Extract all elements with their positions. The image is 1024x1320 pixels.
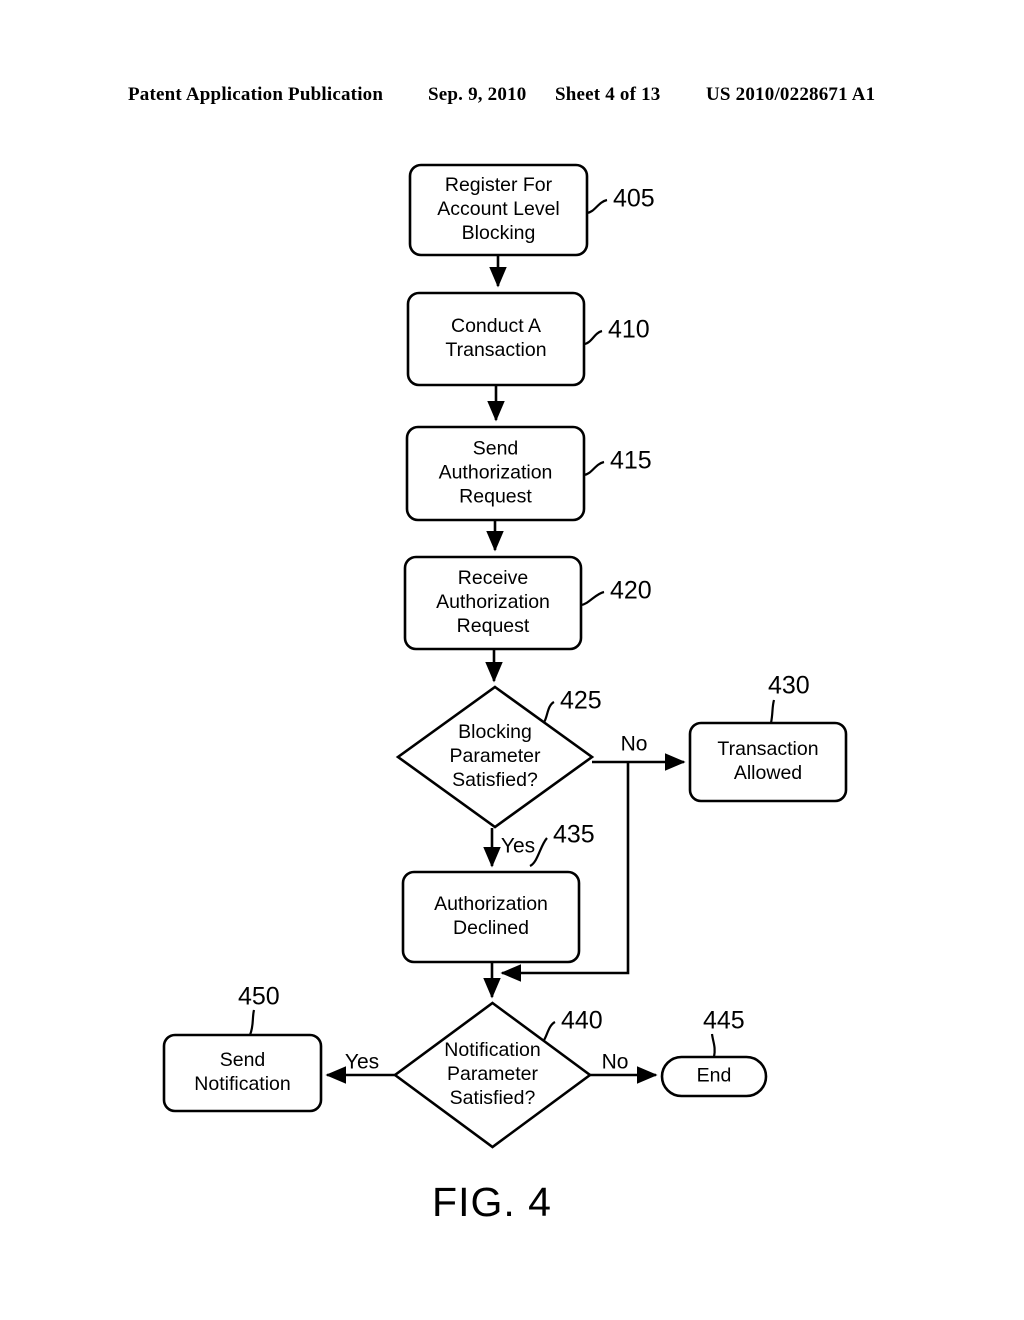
flowchart-node-420: ReceiveAuthorizationRequest xyxy=(403,555,583,651)
node-label-line: Transaction xyxy=(445,339,546,361)
edge-label-yes-notification: Yes xyxy=(345,1051,379,1074)
edge-label-yes-blocking: Yes xyxy=(501,835,535,858)
node-label-line: Authorization xyxy=(434,893,548,915)
node-label-line: Declined xyxy=(453,917,529,939)
reference-numeral-450: 450 xyxy=(238,983,280,1011)
flowchart-node-450: SendNotification xyxy=(162,1033,323,1113)
node-label-line: Notification xyxy=(194,1073,290,1095)
node-label-line: Authorization xyxy=(436,591,550,613)
reference-numeral-445: 445 xyxy=(703,1007,745,1035)
node-label-line: Parameter xyxy=(447,1063,539,1085)
node-label-line: Satisfied? xyxy=(450,1087,536,1109)
reference-numeral-420: 420 xyxy=(610,577,652,605)
leader-415 xyxy=(583,460,605,477)
reference-numeral-425: 425 xyxy=(560,687,602,715)
flowchart-node-415: SendAuthorizationRequest xyxy=(405,425,586,522)
reference-numeral-435: 435 xyxy=(553,821,595,849)
flowchart-node-435: AuthorizationDeclined xyxy=(401,870,581,964)
node-label-line: Satisfied? xyxy=(452,769,538,791)
reference-numeral-405: 405 xyxy=(613,185,655,213)
patent-figure-page: Patent Application Publication Sep. 9, 2… xyxy=(0,0,1024,1320)
reference-numeral-440: 440 xyxy=(561,1007,603,1035)
node-label-line: Parameter xyxy=(449,745,541,767)
node-label-line: Send xyxy=(220,1049,266,1071)
flowchart-node-405: Register ForAccount LevelBlocking xyxy=(408,163,589,257)
reference-numeral-430: 430 xyxy=(768,672,810,700)
node-label-line: Account Level xyxy=(437,198,560,220)
node-label-line: Request xyxy=(459,486,532,508)
leader-420 xyxy=(580,590,605,607)
node-label-line: Transaction xyxy=(717,738,818,760)
flowchart-figure: Register ForAccount LevelBlockingConduct… xyxy=(162,163,848,1225)
node-label-line: Authorization xyxy=(439,462,553,484)
leader-430 xyxy=(769,699,776,724)
flowchart-node-430: TransactionAllowed xyxy=(688,721,848,803)
figure-caption: FIG. 4 xyxy=(432,1179,552,1225)
node-label-line: Receive xyxy=(458,567,528,589)
leader-410 xyxy=(583,329,603,346)
node-label-line: Request xyxy=(457,615,530,637)
edge-label-no-blocking: No xyxy=(621,733,648,756)
node-label-line: Register For xyxy=(445,174,553,196)
node-label-line: Send xyxy=(473,438,519,460)
node-label-line: Blocking xyxy=(458,721,532,743)
node-label-line: Notification xyxy=(444,1039,540,1061)
node-label-line: End xyxy=(697,1065,732,1087)
flowchart-node-445: End xyxy=(660,1055,768,1098)
flowchart-node-410: Conduct ATransaction xyxy=(406,291,586,387)
reference-numeral-415: 415 xyxy=(610,447,652,475)
leader-405 xyxy=(586,198,608,215)
reference-numeral-410: 410 xyxy=(608,316,650,344)
edge-label-no-notification: No xyxy=(602,1051,629,1074)
node-label-line: Blocking xyxy=(462,222,536,244)
node-label-line: Conduct A xyxy=(451,315,541,337)
leader-445 xyxy=(710,1033,716,1058)
node-label-line: Allowed xyxy=(734,762,802,784)
leader-450 xyxy=(248,1009,256,1036)
